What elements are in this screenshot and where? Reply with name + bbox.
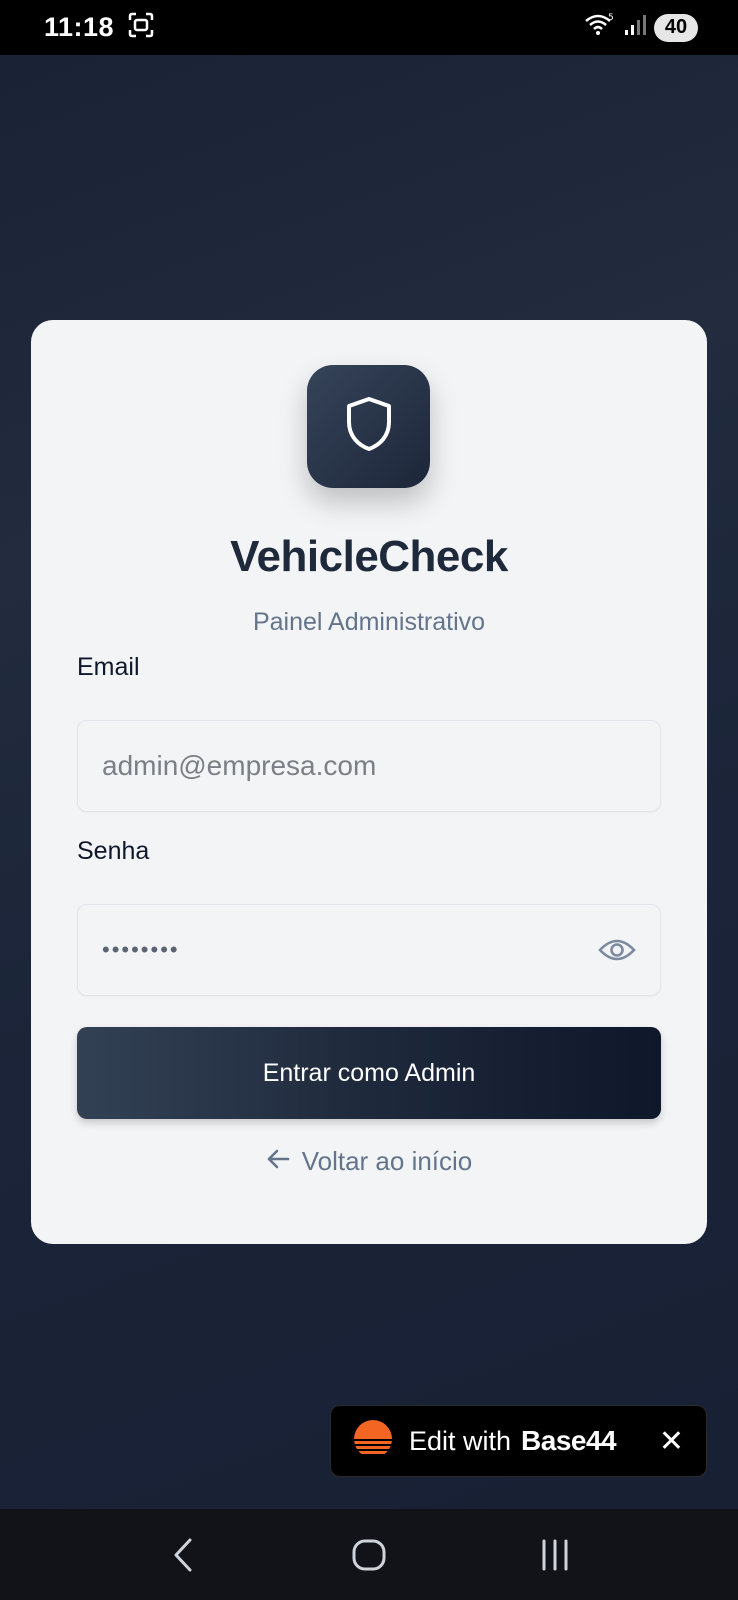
app-logo — [307, 365, 430, 488]
status-time: 11:18 — [44, 12, 115, 42]
battery-indicator: 40 — [654, 13, 698, 42]
nav-home-icon[interactable] — [339, 1525, 399, 1585]
edit-with-label: Edit with — [409, 1425, 512, 1456]
base44-brand: Base44 — [521, 1425, 617, 1456]
signal-icon — [624, 13, 646, 42]
login-button[interactable]: Entrar como Admin — [77, 1027, 661, 1119]
eye-icon[interactable] — [598, 936, 636, 964]
login-card: VehicleCheck Painel Administrativo Email… — [31, 320, 707, 1244]
screenshot-icon — [128, 12, 154, 43]
base44-logo-icon — [353, 1419, 393, 1464]
wifi-icon: 5 — [584, 12, 616, 43]
back-home-link[interactable]: Voltar ao início — [31, 1146, 707, 1177]
nav-recents-icon[interactable] — [525, 1525, 585, 1585]
email-label: Email — [77, 653, 140, 681]
email-field[interactable]: admin@empresa.com — [77, 720, 661, 812]
back-home-label: Voltar ao início — [301, 1146, 473, 1176]
password-value: •••••••• — [102, 937, 180, 962]
system-nav-bar — [0, 1509, 738, 1600]
status-bar: 11:18 5 40 — [0, 0, 738, 55]
close-icon[interactable]: ✕ — [659, 1424, 684, 1459]
password-label: Senha — [77, 837, 150, 865]
nav-back-icon[interactable] — [153, 1525, 213, 1585]
password-field[interactable]: •••••••• — [77, 904, 661, 996]
shield-icon — [344, 395, 394, 458]
svg-text:5: 5 — [608, 13, 614, 23]
app-title: VehicleCheck — [230, 532, 508, 581]
app-subtitle: Painel Administrativo — [252, 608, 486, 636]
arrow-left-icon — [266, 1146, 290, 1177]
edit-with-base44-banner[interactable]: Edit with Base44 ✕ — [330, 1405, 707, 1477]
email-placeholder: admin@empresa.com — [102, 750, 377, 781]
